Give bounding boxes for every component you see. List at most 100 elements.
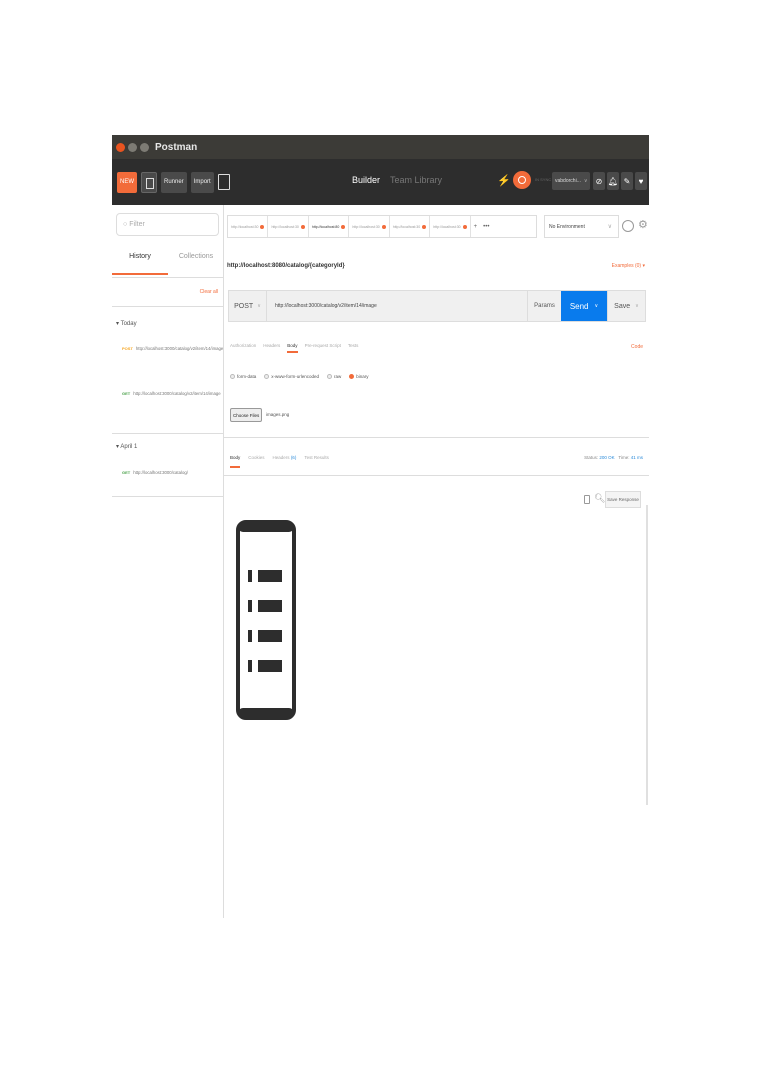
history-url: http://localhost:3000/catalog/v2/item/14… bbox=[135, 346, 224, 351]
tab-label: http://localhost:30 bbox=[271, 224, 299, 229]
maximize-icon[interactable] bbox=[140, 142, 149, 152]
tab-tests[interactable]: Tests bbox=[348, 343, 359, 353]
history-group-today[interactable]: ▾ Today bbox=[116, 320, 137, 327]
sidebar-toggle-icon[interactable] bbox=[141, 171, 157, 193]
radio-form-data[interactable]: form-data bbox=[230, 374, 256, 379]
divider bbox=[112, 433, 224, 434]
search-icon[interactable]: 🔍︎ bbox=[594, 493, 605, 504]
request-tab[interactable]: http://localhost:30 bbox=[390, 216, 431, 237]
environment-select[interactable]: No Environment ∨ bbox=[544, 215, 619, 238]
unsaved-dot-icon bbox=[422, 224, 427, 229]
request-title: http://localhost:8080/catalog/{categoryI… bbox=[227, 263, 345, 269]
sync-status-icon[interactable] bbox=[513, 171, 531, 189]
gear-icon[interactable]: ⚙ bbox=[638, 218, 648, 231]
user-menu[interactable]: vabdorchi... ∨ bbox=[552, 172, 590, 190]
radio-label: form-data bbox=[237, 374, 257, 379]
code-link[interactable]: Code bbox=[631, 344, 643, 350]
unsaved-dot-icon bbox=[300, 224, 305, 229]
title-bar: Postman bbox=[112, 135, 649, 159]
sidebar: ○ Filter History Collections Clear all ▾… bbox=[112, 205, 224, 918]
save-label: Save bbox=[614, 302, 631, 310]
response-scrollbar[interactable] bbox=[646, 505, 648, 805]
tab-label: http://localhost:80 bbox=[311, 224, 340, 229]
url-input[interactable]: http://localhost:3000/catalog/v2/item/14… bbox=[267, 291, 527, 321]
response-tabs: Body Cookies Headers (6) Test Results bbox=[230, 455, 329, 468]
more-tabs-button[interactable]: ••• bbox=[480, 224, 492, 230]
radio-icon bbox=[264, 374, 270, 379]
request-tab-active[interactable]: http://localhost:80 bbox=[308, 216, 350, 237]
tab-response-headers[interactable]: Headers (6) bbox=[273, 455, 297, 468]
status-label: Status: bbox=[584, 455, 599, 460]
settings-wrench-icon[interactable]: ✎ bbox=[621, 172, 633, 190]
import-button[interactable]: Import bbox=[190, 171, 214, 193]
search-icon: ○ bbox=[123, 221, 128, 228]
request-tab[interactable]: http://localhost:30 bbox=[268, 216, 309, 237]
history-url: http://localhost:3000/catalog/v2/item/14… bbox=[133, 391, 221, 396]
method-badge: POST bbox=[122, 346, 133, 351]
save-button[interactable]: Save ∨ bbox=[607, 291, 645, 321]
request-config-tabs: Authorization Headers Body Pre-request S… bbox=[230, 343, 358, 353]
radio-raw[interactable]: raw bbox=[327, 374, 341, 379]
tab-pre-request-script[interactable]: Pre-request Script bbox=[305, 343, 341, 353]
close-icon[interactable] bbox=[116, 142, 125, 152]
eye-icon[interactable] bbox=[622, 220, 634, 232]
chevron-down-icon[interactable]: ∨ bbox=[635, 303, 639, 309]
main-toolbar: NEW Runner Import Builder Team Library ⚡… bbox=[112, 159, 649, 205]
method-badge: GET bbox=[122, 470, 131, 475]
tab-response-body[interactable]: Body bbox=[230, 455, 241, 468]
request-tab[interactable]: http://localhost:30 bbox=[430, 216, 471, 237]
radio-label: binary bbox=[356, 374, 369, 379]
tab-label: http://localhost:30 bbox=[433, 224, 461, 229]
notifications-icon[interactable]: 🔔︎ bbox=[607, 172, 619, 190]
tab-headers[interactable]: Headers bbox=[263, 343, 280, 353]
new-button[interactable]: NEW bbox=[117, 171, 137, 193]
request-tab[interactable]: http://localhost:30 bbox=[228, 216, 269, 237]
history-item[interactable]: GET http://localhost:3000/catalog/v2/item… bbox=[122, 390, 221, 397]
method-select[interactable]: POST ∨ bbox=[229, 291, 267, 321]
filter-input[interactable]: ○ Filter bbox=[116, 213, 219, 236]
tab-label: http://localhost:30 bbox=[231, 224, 259, 229]
radio-urlencoded[interactable]: x-www-form-urlencoded bbox=[264, 374, 319, 379]
examples-dropdown[interactable]: Examples (0) ▾ bbox=[612, 263, 645, 269]
response-status: Status: 200 OK Time: 41 ms bbox=[584, 455, 643, 460]
main-panel: http://localhost:30 http://localhost:30 … bbox=[224, 205, 649, 918]
user-name: vabdorchi... bbox=[555, 178, 581, 184]
tab-test-results[interactable]: Test Results bbox=[304, 455, 329, 468]
heart-icon[interactable]: ♥ bbox=[635, 172, 647, 190]
divider bbox=[224, 437, 649, 438]
tab-history[interactable]: History bbox=[112, 253, 168, 275]
add-tab-button[interactable]: + bbox=[471, 224, 481, 230]
clear-all-link[interactable]: Clear all bbox=[200, 289, 218, 295]
request-bar: POST ∨ http://localhost:3000/catalog/v2/i… bbox=[228, 290, 646, 322]
copy-icon[interactable] bbox=[584, 495, 590, 504]
tab-builder[interactable]: Builder bbox=[352, 175, 380, 185]
tab-cookies[interactable]: Cookies bbox=[248, 455, 264, 468]
send-button[interactable]: Send ∨ bbox=[561, 291, 607, 321]
history-group-april[interactable]: ▾ April 1 bbox=[116, 443, 137, 450]
body-mode-radios: form-data x-www-form-urlencoded raw bina… bbox=[230, 374, 369, 379]
satellite-icon[interactable]: ⚡ bbox=[497, 174, 511, 188]
history-item[interactable]: POST http://localhost:3000/catalog/v2/ite… bbox=[122, 345, 224, 352]
tab-body[interactable]: Body bbox=[287, 343, 298, 353]
send-label: Send bbox=[569, 301, 589, 311]
app-title: Postman bbox=[155, 141, 198, 153]
tab-team-library[interactable]: Team Library bbox=[390, 175, 442, 185]
params-button[interactable]: Params bbox=[527, 291, 561, 321]
minimize-icon[interactable] bbox=[128, 142, 137, 152]
radio-binary[interactable]: binary bbox=[349, 374, 369, 379]
divider bbox=[224, 475, 649, 476]
history-item[interactable]: GET http://localhost:3000/catalog/ bbox=[122, 469, 220, 476]
capture-icon[interactable]: ⊘ bbox=[593, 172, 605, 190]
new-window-icon[interactable] bbox=[217, 174, 230, 190]
divider bbox=[112, 277, 224, 278]
tab-authorization[interactable]: Authorization bbox=[230, 343, 256, 353]
radio-selected-icon bbox=[349, 374, 355, 379]
choose-files-button[interactable]: Choose Files bbox=[230, 408, 263, 422]
status-value: 200 OK bbox=[599, 455, 615, 460]
runner-button[interactable]: Runner bbox=[161, 171, 187, 193]
unsaved-dot-icon bbox=[260, 224, 265, 229]
tab-collections[interactable]: Collections bbox=[168, 253, 224, 275]
save-response-button[interactable]: Save Response bbox=[605, 491, 641, 508]
chevron-down-icon[interactable]: ∨ bbox=[595, 303, 599, 309]
request-tab[interactable]: http://localhost:30 bbox=[349, 216, 390, 237]
